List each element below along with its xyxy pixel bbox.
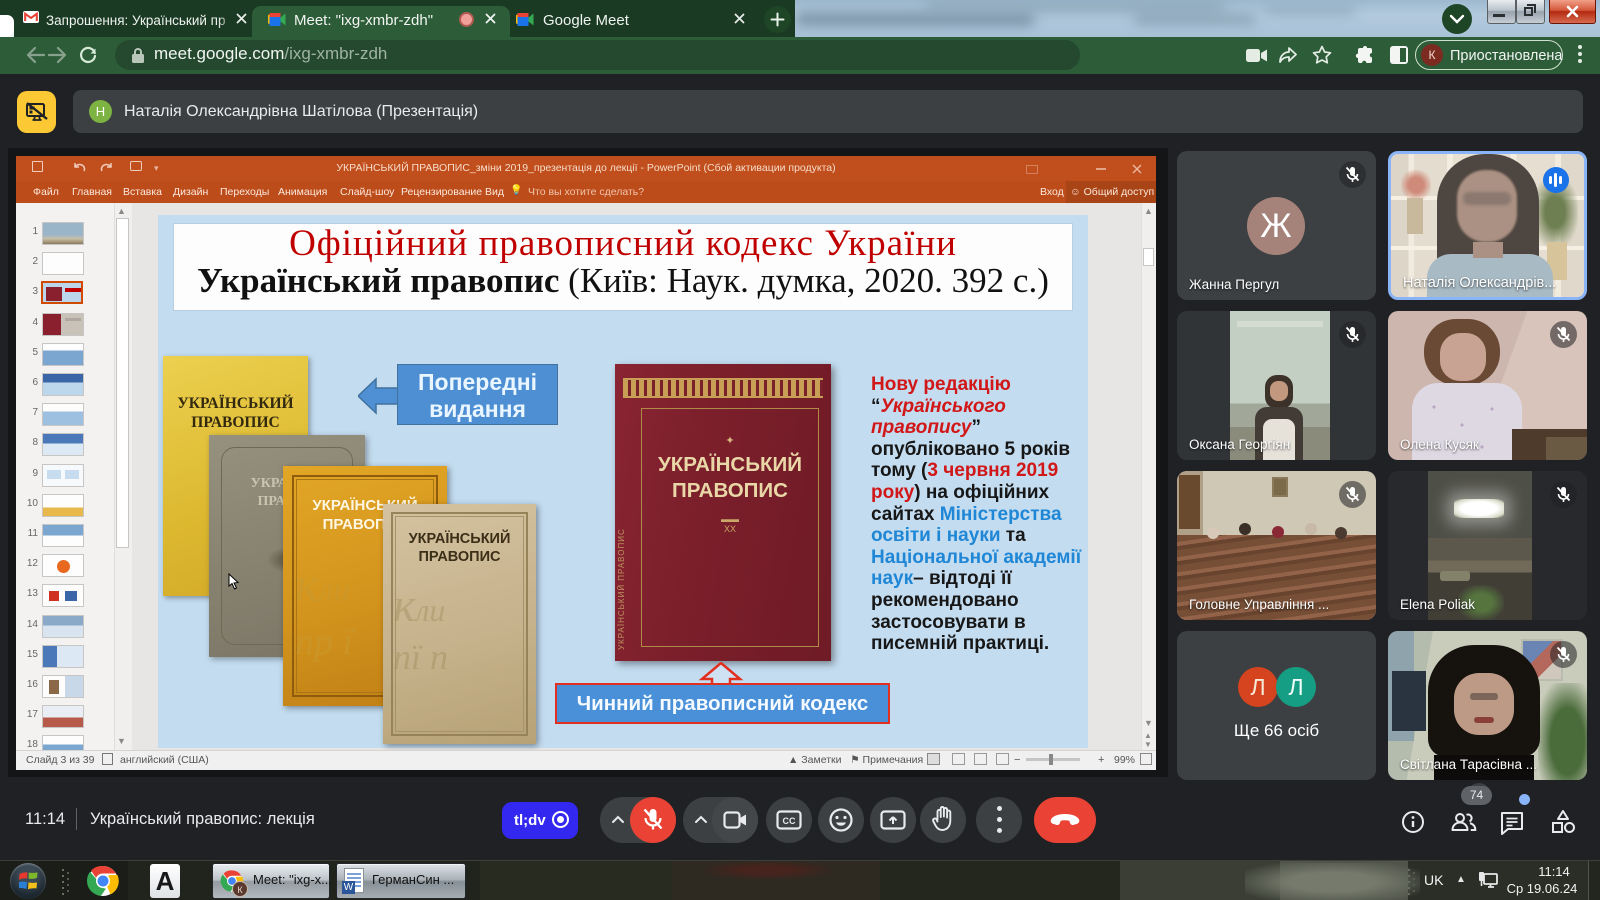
svg-text:CC: CC <box>783 816 796 826</box>
